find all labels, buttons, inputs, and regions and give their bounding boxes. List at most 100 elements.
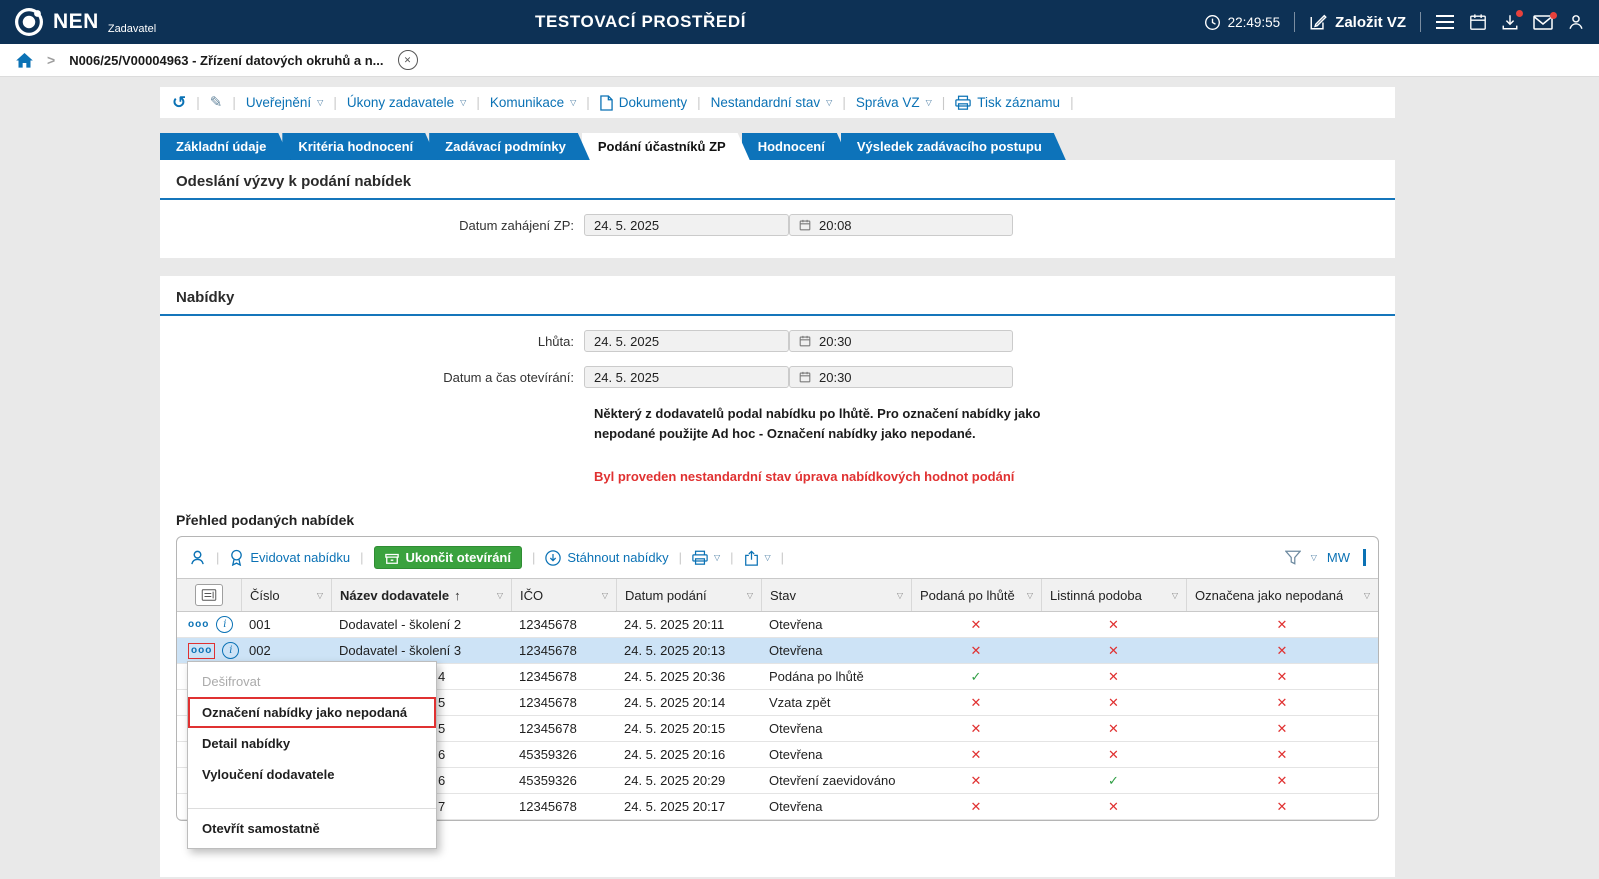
- certificate-icon: [229, 549, 244, 566]
- download-bids-button[interactable]: Stáhnout nabídky: [545, 550, 668, 566]
- late-mark: [971, 773, 982, 788]
- calendar-mini-icon[interactable]: [799, 371, 811, 383]
- row-context-menu: Dešifrovat Označení nabídky jako nepodan…: [187, 661, 437, 849]
- column-header[interactable]: Stav ↑ ▽: [761, 579, 911, 611]
- column-header[interactable]: Listinná podoba ↑ ▽: [1041, 579, 1186, 611]
- clock-time: 22:49:55: [1228, 15, 1281, 30]
- cell-number: 001: [241, 617, 331, 632]
- context-menu-item[interactable]: Vyloučení dodavatele: [188, 759, 436, 790]
- filter-icon[interactable]: [1285, 550, 1301, 565]
- column-header[interactable]: IČO ↑ ▽: [511, 579, 616, 611]
- mw-label[interactable]: MW: [1327, 550, 1350, 565]
- late-bid-note: Některý z dodavatelů podal nabídku po lh…: [594, 404, 1049, 443]
- home-icon[interactable]: [16, 53, 33, 68]
- notification-badge: [1550, 12, 1557, 19]
- chevron-down-icon: ▽: [926, 98, 932, 107]
- end-opening-button[interactable]: Ukončit otevírání: [374, 546, 522, 569]
- tab[interactable]: Podání účastníků ZP: [582, 133, 750, 160]
- separator: |: [586, 95, 590, 110]
- participant-search-icon[interactable]: [189, 549, 206, 566]
- tab[interactable]: Kritéria hodnocení: [282, 133, 437, 160]
- record-toolbar: ↺ | ✎ | Uveřejnění▽ | Úkony zadavatele▽ …: [160, 87, 1395, 118]
- chevron-down-icon: ▽: [317, 98, 323, 107]
- menu-hamburger-icon[interactable]: [1435, 14, 1455, 30]
- context-menu-item[interactable]: Detail nabídky: [188, 728, 436, 759]
- environment-title: TESTOVACÍ PROSTŘEDÍ: [535, 0, 746, 44]
- tab[interactable]: Výsledek zadávacího postupu: [841, 133, 1066, 160]
- column-settings-icon[interactable]: [195, 584, 223, 606]
- menu-communication[interactable]: Komunikace▽: [490, 95, 576, 110]
- filter-caret-icon[interactable]: ▽: [1172, 591, 1178, 600]
- deadline-time-field[interactable]: 20:30: [789, 330, 1013, 352]
- opening-date-field[interactable]: 24. 5. 2025: [584, 366, 789, 388]
- separator: |: [781, 550, 784, 565]
- paper-form-mark: [1108, 669, 1119, 684]
- context-menu-item[interactable]: Dešifrovat: [188, 666, 436, 697]
- tab[interactable]: Zadávací podmínky: [429, 133, 590, 160]
- export-button[interactable]: ▽: [744, 550, 771, 566]
- separator: |: [476, 95, 480, 110]
- create-vz-button[interactable]: Založit VZ: [1309, 13, 1406, 31]
- filter-caret-icon[interactable]: ▽: [497, 591, 503, 600]
- main-content: ↺ | ✎ | Uveřejnění▽ | Úkony zadavatele▽ …: [160, 87, 1395, 877]
- calendar-mini-icon[interactable]: [799, 219, 811, 231]
- clock-icon: [1204, 14, 1221, 31]
- menu-documents[interactable]: Dokumenty: [600, 95, 687, 111]
- start-date-field[interactable]: 24. 5. 2025: [584, 214, 789, 236]
- late-mark: [971, 695, 982, 710]
- register-bid-button[interactable]: Evidovat nabídku: [229, 549, 350, 566]
- column-header[interactable]: Označena jako nepodaná ↑ ▽: [1186, 579, 1378, 611]
- menu-vz-admin[interactable]: Správa VZ▽: [856, 95, 932, 110]
- filter-caret-icon[interactable]: ▽: [747, 591, 753, 600]
- opening-time-field[interactable]: 20:30: [789, 366, 1013, 388]
- menu-nonstandard-state[interactable]: Nestandardní stav▽: [711, 95, 833, 110]
- start-time-field[interactable]: 20:08: [789, 214, 1013, 236]
- breadcrumb-record[interactable]: N006/25/V00004963 - Zřízení datových okr…: [69, 53, 383, 68]
- column-header[interactable]: Podaná po lhůtě ↑ ▽: [911, 579, 1041, 611]
- deadline-date-field[interactable]: 24. 5. 2025: [584, 330, 789, 352]
- calendar-icon[interactable]: [1469, 13, 1487, 31]
- print-table-button[interactable]: ▽: [692, 550, 720, 565]
- field-label: Lhůta:: [160, 334, 584, 349]
- context-menu-item[interactable]: Označení nabídky jako nepodaná: [188, 697, 436, 728]
- marked-nonsubmitted-mark: [1277, 773, 1288, 788]
- bid-row[interactable]: 001 Dodavatel - školení 2 12345678 24. 5…: [177, 612, 1378, 638]
- cell-supplier-name: 6: [438, 773, 445, 788]
- tab[interactable]: Základní údaje: [160, 133, 290, 160]
- filter-caret-icon[interactable]: ▽: [1027, 591, 1033, 600]
- tab-label: Kritéria hodnocení: [298, 139, 413, 154]
- menu-publish[interactable]: Uveřejnění▽: [246, 95, 323, 110]
- history-icon[interactable]: ↺: [172, 94, 186, 111]
- menu-contractor-actions[interactable]: Úkony zadavatele▽: [347, 95, 466, 110]
- section-title: Odeslání výzvy k podání nabídek: [160, 160, 1395, 190]
- row-menu-icon[interactable]: [188, 643, 215, 659]
- filter-caret-icon[interactable]: ▽: [1364, 591, 1370, 600]
- brand[interactable]: NEN Zadavatel: [14, 7, 156, 37]
- cell-ico: 12345678: [511, 721, 616, 736]
- column-settings-cell[interactable]: [177, 579, 241, 611]
- tab[interactable]: Hodnocení: [742, 133, 849, 160]
- separator: |: [216, 550, 219, 565]
- column-header[interactable]: Číslo ↑ ▽: [241, 579, 331, 611]
- downloads-icon[interactable]: [1501, 13, 1519, 31]
- menu-print-record[interactable]: Tisk záznamu: [955, 95, 1060, 110]
- invitation-section: Odeslání výzvy k podání nabídek Datum za…: [160, 160, 1395, 258]
- row-menu-icon[interactable]: [188, 618, 209, 632]
- column-header[interactable]: Datum podání ↑ ▽: [616, 579, 761, 611]
- filter-caret-icon[interactable]: ▽: [602, 591, 608, 600]
- late-mark: [971, 747, 982, 762]
- user-profile-icon[interactable]: [1567, 13, 1585, 31]
- edit-icon[interactable]: ✎: [210, 95, 223, 110]
- filter-caret-icon[interactable]: ▽: [897, 591, 903, 600]
- panel-edge-bar: [1363, 549, 1366, 566]
- end-opening-icon: [385, 551, 399, 565]
- calendar-mini-icon[interactable]: [799, 335, 811, 347]
- messages-icon[interactable]: [1533, 15, 1553, 30]
- chevron-down-icon[interactable]: ▽: [1311, 553, 1317, 562]
- filter-caret-icon[interactable]: ▽: [317, 591, 323, 600]
- row-info-icon[interactable]: [222, 642, 239, 659]
- context-menu-item[interactable]: Otevřít samostatně: [188, 808, 436, 844]
- column-header[interactable]: Název dodavatele ↑ ▽: [331, 579, 511, 611]
- row-info-icon[interactable]: [216, 616, 233, 633]
- close-record-icon[interactable]: [398, 50, 418, 70]
